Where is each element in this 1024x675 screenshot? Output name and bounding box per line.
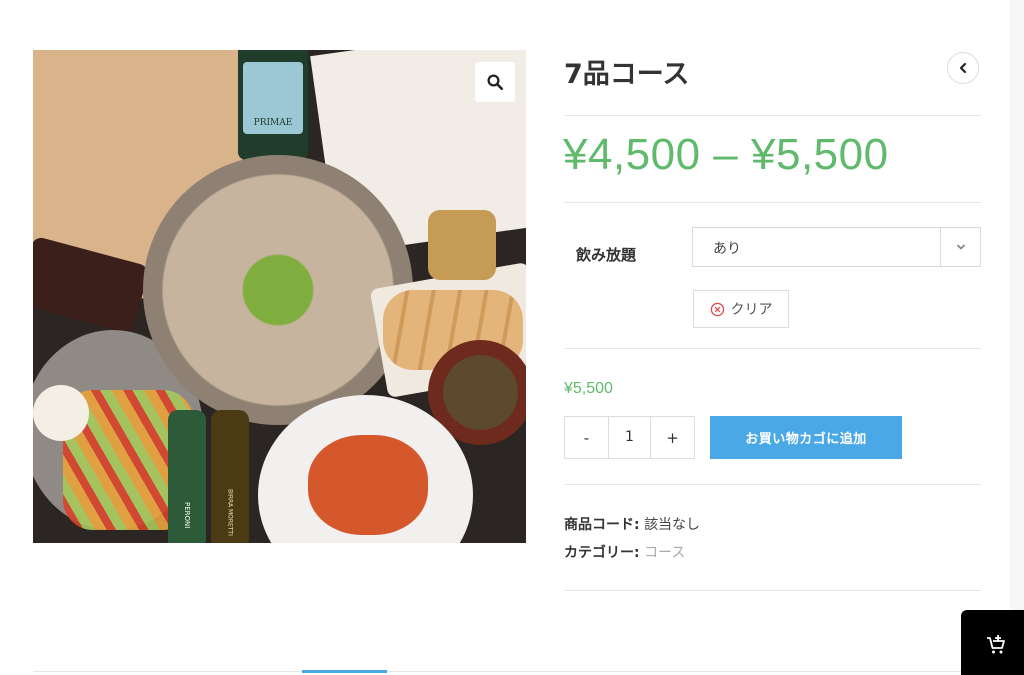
clear-label: クリア <box>730 302 773 318</box>
add-cart-icon <box>987 635 1005 654</box>
quantity-input[interactable]: 1 <box>609 417 650 458</box>
quantity-plus-button[interactable]: + <box>650 417 694 458</box>
quantity-minus-button[interactable]: - <box>565 417 609 458</box>
circle-x-icon <box>710 302 724 316</box>
select-arrow[interactable] <box>940 228 980 266</box>
chevron-left-icon <box>959 62 967 74</box>
ajillo <box>443 355 518 430</box>
divider <box>564 590 981 591</box>
active-tab-indicator <box>302 670 387 673</box>
beer1-label: PERONI <box>183 501 191 528</box>
select-value: あり <box>713 241 741 257</box>
back-button[interactable] <box>947 52 979 84</box>
sku-value: 該当なし <box>644 517 701 533</box>
floating-cart-button[interactable] <box>961 610 1024 675</box>
dip-bowl <box>33 385 89 441</box>
category-row: カテゴリー: コース <box>564 542 685 562</box>
divider <box>564 484 981 485</box>
tabs-divider <box>33 671 981 672</box>
drink-option-select[interactable]: あり <box>692 227 981 267</box>
sku-row: 商品コード: 該当なし <box>564 514 700 534</box>
category-label: カテゴリー: <box>564 545 640 561</box>
category-link[interactable]: コース <box>644 545 685 561</box>
product-image[interactable]: PRIMAE PERONI BIRRA MORETTI <box>33 50 526 543</box>
variation-price: ¥5,500 <box>564 380 613 397</box>
divider <box>564 202 981 203</box>
divider <box>564 348 981 349</box>
divider <box>564 115 981 116</box>
chevron-down-icon <box>956 244 965 250</box>
add-to-cart-button[interactable]: お買い物カゴに追加 <box>710 416 902 459</box>
magnifier-icon <box>487 74 504 91</box>
quantity-stepper: - 1 + <box>564 416 695 459</box>
wine-bottle-label: PRIMAE <box>243 62 303 134</box>
beer-bottle-moretti: BIRRA MORETTI <box>211 410 249 543</box>
beer2-label: BIRRA MORETTI <box>226 489 234 536</box>
wine-label-text: PRIMAE <box>253 118 293 128</box>
crab-pasta <box>308 435 428 535</box>
sku-label: 商品コード: <box>564 517 640 533</box>
clear-button[interactable]: クリア <box>693 290 789 328</box>
option-label: 飲み放題 <box>576 246 637 264</box>
beer-bottle-peroni: PERONI <box>168 410 206 543</box>
product-title: 7品コース <box>564 59 690 90</box>
price-range: ¥4,500 – ¥5,500 <box>563 130 889 179</box>
zoom-button[interactable] <box>475 62 515 102</box>
page-edge <box>1010 0 1024 675</box>
jar <box>428 210 496 280</box>
